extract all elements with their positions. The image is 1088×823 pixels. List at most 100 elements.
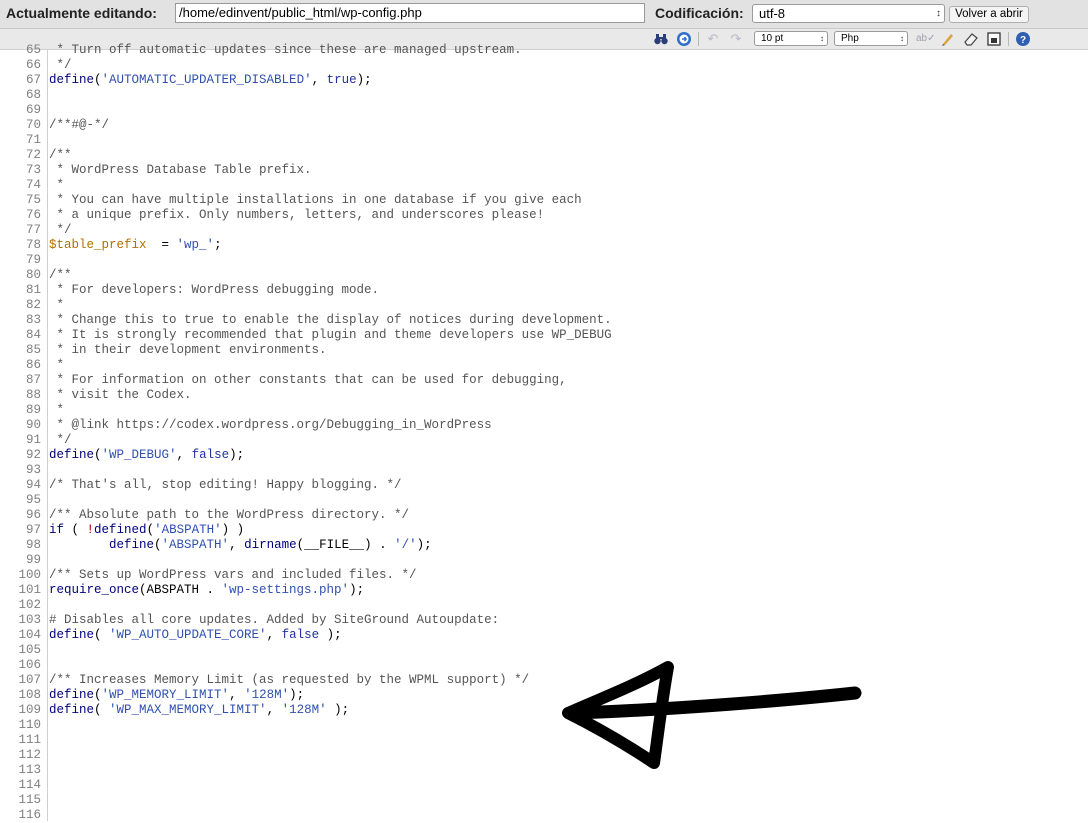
line-code[interactable]: * You can have multiple installations in… [49,193,582,208]
line-code[interactable]: # Disables all core updates. Added by Si… [49,613,499,628]
line-number: 89 [25,403,41,417]
code-line[interactable]: 68 [0,88,1088,103]
line-code[interactable]: /** Sets up WordPress vars and included … [49,568,417,583]
code-line[interactable]: 110 [0,718,1088,733]
code-line[interactable]: 115 [0,793,1088,808]
code-line[interactable]: 84 * It is strongly recommended that plu… [0,328,1088,343]
code-line[interactable]: 66 */ [0,58,1088,73]
line-code[interactable]: define('WP_MEMORY_LIMIT', '128M'); [49,688,304,703]
line-code[interactable]: * [49,358,65,373]
line-code[interactable]: define('AUTOMATIC_UPDATER_DISABLED', tru… [49,73,372,88]
code-line[interactable]: 105 [0,643,1088,658]
code-line[interactable]: 98 define('ABSPATH', dirname(__FILE__) .… [0,538,1088,553]
line-number: 99 [25,553,41,567]
code-line[interactable]: 103 # Disables all core updates. Added by… [0,613,1088,628]
code-line[interactable]: 101 require_once(ABSPATH . 'wp-settings.p… [0,583,1088,598]
code-line[interactable]: 81 * For developers: WordPress debugging… [0,283,1088,298]
code-line[interactable]: 75 * You can have multiple installations… [0,193,1088,208]
code-line[interactable]: 78 $table_prefix = 'wp_'; [0,238,1088,253]
line-number: 74 [25,178,41,192]
line-code[interactable]: /** Absolute path to the WordPress direc… [49,508,409,523]
file-path-field[interactable]: /home/edinvent/public_html/wp-config.php [175,3,645,23]
line-code[interactable]: /** Increases Memory Limit (as requested… [49,673,529,688]
code-line[interactable]: 91 */ [0,433,1088,448]
code-line[interactable]: 67 define('AUTOMATIC_UPDATER_DISABLED', t… [0,73,1088,88]
code-line[interactable]: 97 if ( !defined('ABSPATH') ) [0,523,1088,538]
code-line[interactable]: 114 [0,778,1088,793]
code-line[interactable]: 74 * [0,178,1088,193]
file-header-bar: Actualmente editando: /home/edinvent/pub… [0,0,1088,29]
line-code[interactable]: */ [49,58,72,73]
code-line[interactable]: 99 [0,553,1088,568]
code-line[interactable]: 69 [0,103,1088,118]
code-line[interactable]: 87 * For information on other constants … [0,373,1088,388]
code-line[interactable]: 100 /** Sets up WordPress vars and includ… [0,568,1088,583]
code-line[interactable]: 86 * [0,358,1088,373]
code-line[interactable]: 83 * Change this to true to enable the d… [0,313,1088,328]
code-line[interactable]: 106 [0,658,1088,673]
line-code[interactable]: * in their development environments. [49,343,327,358]
line-code[interactable]: * Change this to true to enable the disp… [49,313,612,328]
code-line[interactable]: 70 /**#@-*/ [0,118,1088,133]
line-number: 93 [25,463,41,477]
code-editor[interactable]: 65 * Turn off automatic updates since th… [0,43,1088,822]
reopen-button[interactable]: Volver a abrir [949,6,1029,23]
line-code[interactable]: * [49,403,65,418]
code-line[interactable]: 112 [0,748,1088,763]
code-line[interactable]: 89 * [0,403,1088,418]
line-code[interactable]: * Turn off automatic updates since these… [49,43,522,58]
line-code[interactable]: $table_prefix = 'wp_'; [49,238,222,253]
encoding-select[interactable]: utf-8 ↕ [752,4,945,23]
line-code[interactable]: * visit the Codex. [49,388,192,403]
code-line[interactable]: 109 define( 'WP_MAX_MEMORY_LIMIT', '128M'… [0,703,1088,718]
code-line[interactable]: 102 [0,598,1088,613]
line-code[interactable]: * [49,298,65,313]
line-code[interactable]: * a unique prefix. Only numbers, letters… [49,208,545,223]
code-line[interactable]: 104 define( 'WP_AUTO_UPDATE_CORE', false … [0,628,1088,643]
code-line[interactable]: 71 [0,133,1088,148]
line-code[interactable]: define('ABSPATH', dirname(__FILE__) . '/… [49,538,432,553]
code-line[interactable]: 111 [0,733,1088,748]
line-code[interactable]: if ( !defined('ABSPATH') ) [49,523,244,538]
code-line[interactable]: 79 [0,253,1088,268]
line-number: 81 [25,283,41,297]
code-line[interactable]: 77 */ [0,223,1088,238]
line-number: 80 [25,268,41,282]
code-line[interactable]: 92 define('WP_DEBUG', false); [0,448,1088,463]
line-code[interactable]: * @link https://codex.wordpress.org/Debu… [49,418,492,433]
line-code[interactable]: * [49,178,65,193]
line-code[interactable]: * For developers: WordPress debugging mo… [49,283,380,298]
line-code[interactable]: */ [49,223,72,238]
code-line[interactable]: 80 /** [0,268,1088,283]
code-line[interactable]: 96 /** Absolute path to the WordPress dir… [0,508,1088,523]
line-code[interactable]: define('WP_DEBUG', false); [49,448,244,463]
code-line[interactable]: 65 * Turn off automatic updates since th… [0,43,1088,58]
line-code[interactable]: /** [49,148,72,163]
code-line[interactable]: 95 [0,493,1088,508]
code-line[interactable]: 88 * visit the Codex. [0,388,1088,403]
code-line[interactable]: 76 * a unique prefix. Only numbers, lett… [0,208,1088,223]
line-code[interactable]: * WordPress Database Table prefix. [49,163,312,178]
line-code[interactable]: define( 'WP_AUTO_UPDATE_CORE', false ); [49,628,342,643]
line-code[interactable]: * For information on other constants tha… [49,373,567,388]
code-line[interactable]: 113 [0,763,1088,778]
line-code[interactable]: * It is strongly recommended that plugin… [49,328,612,343]
code-line[interactable]: 107 /** Increases Memory Limit (as reques… [0,673,1088,688]
code-line[interactable]: 72 /** [0,148,1088,163]
code-line[interactable]: 90 * @link https://codex.wordpress.org/D… [0,418,1088,433]
code-line[interactable]: 82 * [0,298,1088,313]
line-code[interactable]: /** [49,268,72,283]
line-code[interactable]: */ [49,433,72,448]
code-lines[interactable]: 65 * Turn off automatic updates since th… [0,43,1088,823]
code-line[interactable]: 94 /* That's all, stop editing! Happy blo… [0,478,1088,493]
line-code[interactable]: require_once(ABSPATH . 'wp-settings.php'… [49,583,364,598]
line-code[interactable]: define( 'WP_MAX_MEMORY_LIMIT', '128M' ); [49,703,349,718]
line-code[interactable]: /* That's all, stop editing! Happy blogg… [49,478,402,493]
line-number: 82 [25,298,41,312]
line-code[interactable]: /**#@-*/ [49,118,109,133]
code-line[interactable]: 85 * in their development environments. [0,343,1088,358]
code-line[interactable]: 73 * WordPress Database Table prefix. [0,163,1088,178]
line-number: 76 [25,208,41,222]
code-line[interactable]: 108 define('WP_MEMORY_LIMIT', '128M'); [0,688,1088,703]
code-line[interactable]: 93 [0,463,1088,478]
